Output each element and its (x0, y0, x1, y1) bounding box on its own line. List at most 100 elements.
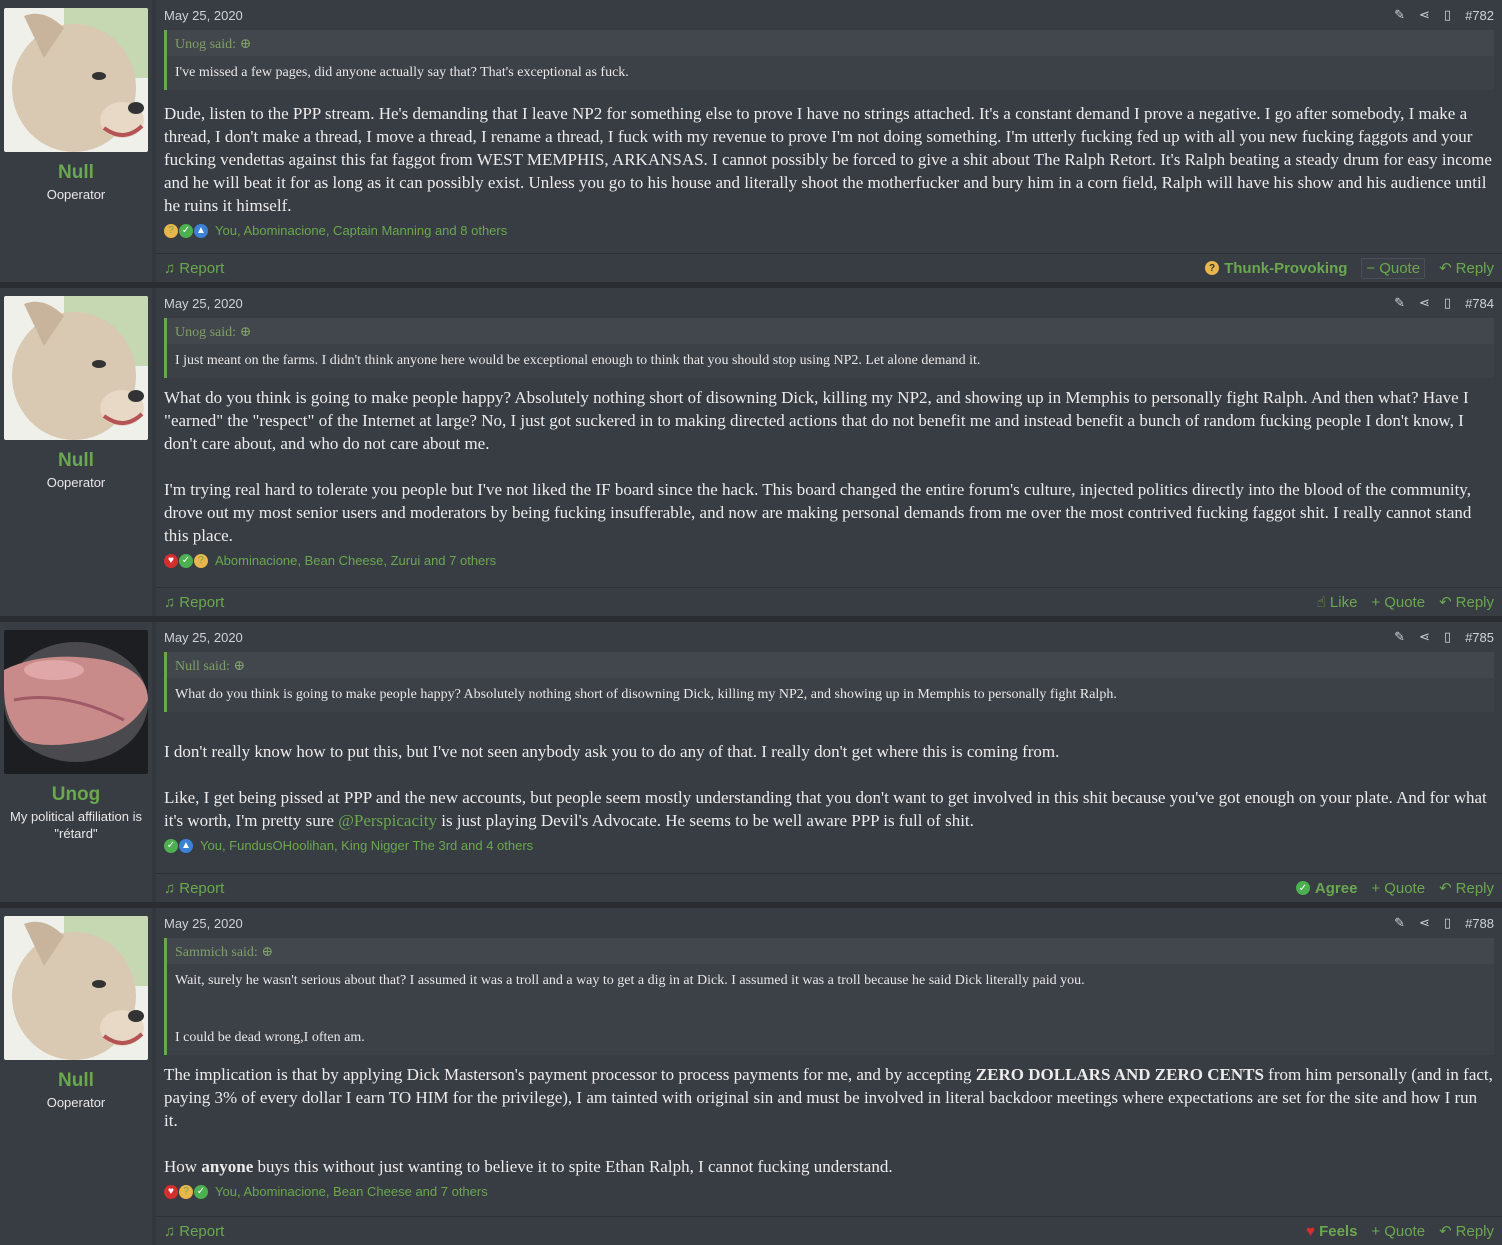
arrow-up-icon[interactable]: ⊕ (240, 37, 252, 52)
bell-icon: ♫ (164, 1222, 176, 1240)
reply-button[interactable]: ↶ Reply (1439, 593, 1494, 612)
quote-button[interactable]: + Quote (1371, 594, 1425, 611)
post-body: Dude, listen to the PPP stream. He's dem… (156, 90, 1502, 217)
reaction-list[interactable]: You, FundusOHoolihan, King Nigger The 3r… (200, 838, 533, 853)
reply-icon: ↶ (1439, 880, 1452, 897)
plus-icon: + (1371, 593, 1381, 611)
post-footer: ♫ Report ♥ Feels + Quote ↶ Reply (156, 1216, 1502, 1245)
arrow-up-icon[interactable]: ⊕ (261, 945, 273, 960)
thumbs-up-icon: ▲ (179, 838, 193, 853)
quote-author[interactable]: Sammich said: ⊕ (167, 938, 1494, 964)
quote-button[interactable]: + Quote (1371, 1223, 1425, 1240)
post-meta: May 25, 2020 ✎ ⋖ ▯ #782 (156, 0, 1502, 30)
reply-button[interactable]: ↶ Reply (1439, 1222, 1494, 1241)
like-button[interactable]: ☝ Like (1316, 593, 1358, 612)
bookmark-icon[interactable]: ▯ (1444, 7, 1451, 23)
post-number[interactable]: #785 (1465, 630, 1494, 645)
share-icon[interactable]: ⋖ (1419, 915, 1430, 931)
avatar[interactable] (4, 630, 148, 774)
quote-author[interactable]: Unog said: ⊕ (167, 318, 1494, 344)
username[interactable]: Null (4, 162, 148, 184)
thinking-icon: ? (194, 553, 208, 568)
post-paragraph: Dude, listen to the PPP stream. He's dem… (164, 104, 1492, 215)
react-button[interactable]: ? Thunk-Provoking (1205, 260, 1347, 277)
react-button[interactable]: ✓ Agree (1295, 880, 1357, 897)
share-icon[interactable]: ⋖ (1419, 7, 1430, 23)
post-number[interactable]: #784 (1465, 296, 1494, 311)
user-panel: Null Ooperator (0, 0, 152, 282)
reaction-list[interactable]: You, Abominacione, Bean Cheese and 7 oth… (215, 1184, 488, 1199)
post-date[interactable]: May 25, 2020 (164, 8, 1394, 23)
user-mention-link[interactable]: @Perspicacity (338, 811, 437, 830)
quote-text: Wait, surely he wasn't serious about tha… (167, 964, 1494, 1055)
quote-button[interactable]: + Quote (1371, 880, 1425, 897)
user-title: Ooperator (46, 475, 106, 490)
quote-author[interactable]: Null said: ⊕ (167, 652, 1494, 678)
avatar[interactable] (4, 916, 148, 1060)
check-icon: ✓ (179, 223, 193, 238)
post-number[interactable]: #782 (1465, 8, 1494, 23)
edit-icon[interactable]: ✎ (1394, 7, 1405, 23)
post-paragraph: I don't really know how to put this, but… (164, 742, 1060, 761)
quote-author[interactable]: Unog said: ⊕ (167, 30, 1494, 56)
reaction-bar[interactable]: ? ✓ ▲ You, Abominacione, Captain Manning… (156, 217, 1502, 238)
quote-block: Sammich said: ⊕ Wait, surely he wasn't s… (164, 938, 1494, 1055)
share-icon[interactable]: ⋖ (1419, 629, 1430, 645)
react-button[interactable]: ♥ Feels (1306, 1223, 1357, 1240)
post-meta: May 25, 2020 ✎ ⋖ ▯ #788 (156, 908, 1502, 938)
post-date[interactable]: May 25, 2020 (164, 296, 1394, 311)
edit-icon[interactable]: ✎ (1394, 629, 1405, 645)
check-icon: ✓ (194, 1184, 208, 1199)
quote-button[interactable]: − Quote (1361, 257, 1426, 279)
minus-icon: − (1366, 259, 1376, 277)
reaction-bar[interactable]: ♥ ? ✓ You, Abominacione, Bean Cheese and… (156, 1178, 1502, 1199)
quote-text: I've missed a few pages, did anyone actu… (167, 56, 1494, 90)
post-paragraph: The implication is that by applying Dick… (164, 1065, 1493, 1130)
post-number[interactable]: #788 (1465, 916, 1494, 931)
reply-icon: ↶ (1439, 260, 1452, 277)
username[interactable]: Null (4, 1070, 148, 1092)
reaction-list[interactable]: Abominacione, Bean Cheese, Zurui and 7 o… (215, 553, 496, 568)
reaction-bar[interactable]: ✓ ▲ You, FundusOHoolihan, King Nigger Th… (156, 832, 1502, 853)
report-button[interactable]: ♫ Report (164, 260, 224, 277)
bell-icon: ♫ (164, 259, 176, 277)
post-body: What do you think is going to make peopl… (156, 378, 1502, 547)
reply-button[interactable]: ↶ Reply (1439, 879, 1494, 898)
quote-block: Unog said: ⊕ I've missed a few pages, di… (164, 30, 1494, 90)
post-footer: ♫ Report ? Thunk-Provoking − Quote ↶ Reply (156, 253, 1502, 282)
arrow-up-icon[interactable]: ⊕ (233, 659, 245, 674)
bookmark-icon[interactable]: ▯ (1444, 915, 1451, 931)
edit-icon[interactable]: ✎ (1394, 915, 1405, 931)
user-title: My political affiliation is "rétard" (10, 809, 142, 841)
quote-block: Unog said: ⊕ I just meant on the farms. … (164, 318, 1494, 378)
report-button[interactable]: ♫ Report (164, 594, 224, 611)
post-meta: May 25, 2020 ✎ ⋖ ▯ #785 (156, 622, 1502, 652)
post-paragraph: I'm trying real hard to tolerate you peo… (164, 480, 1472, 545)
edit-icon[interactable]: ✎ (1394, 295, 1405, 311)
report-button[interactable]: ♫ Report (164, 880, 224, 897)
bookmark-icon[interactable]: ▯ (1444, 295, 1451, 311)
post-content: May 25, 2020 ✎ ⋖ ▯ #784 Unog said: ⊕ I j… (156, 288, 1502, 616)
user-title: Ooperator (46, 187, 106, 202)
share-icon[interactable]: ⋖ (1419, 295, 1430, 311)
arrow-up-icon[interactable]: ⊕ (240, 325, 252, 340)
reply-button[interactable]: ↶ Reply (1439, 259, 1494, 278)
username[interactable]: Unog (4, 784, 148, 806)
username[interactable]: Null (4, 450, 148, 472)
report-button[interactable]: ♫ Report (164, 1223, 224, 1240)
thinking-icon: ? (1205, 261, 1220, 275)
reaction-bar[interactable]: ♥ ✓ ? Abominacione, Bean Cheese, Zurui a… (156, 547, 1502, 568)
user-panel: Unog My political affiliation is "rétard… (0, 622, 152, 902)
avatar[interactable] (4, 296, 148, 440)
plus-icon: + (1371, 879, 1381, 897)
bookmark-icon[interactable]: ▯ (1444, 629, 1451, 645)
post-paragraph: How anyone buys this without just wantin… (164, 1157, 893, 1176)
user-panel: Null Ooperator (0, 288, 152, 616)
avatar[interactable] (4, 8, 148, 152)
reaction-list[interactable]: You, Abominacione, Captain Manning and 8… (215, 223, 507, 238)
post-date[interactable]: May 25, 2020 (164, 916, 1394, 931)
thumbs-up-icon: ☝ (1316, 594, 1326, 611)
bell-icon: ♫ (164, 593, 176, 611)
post-782: Null Ooperator May 25, 2020 ✎ ⋖ ▯ #782 U… (0, 0, 1502, 282)
post-date[interactable]: May 25, 2020 (164, 630, 1394, 645)
